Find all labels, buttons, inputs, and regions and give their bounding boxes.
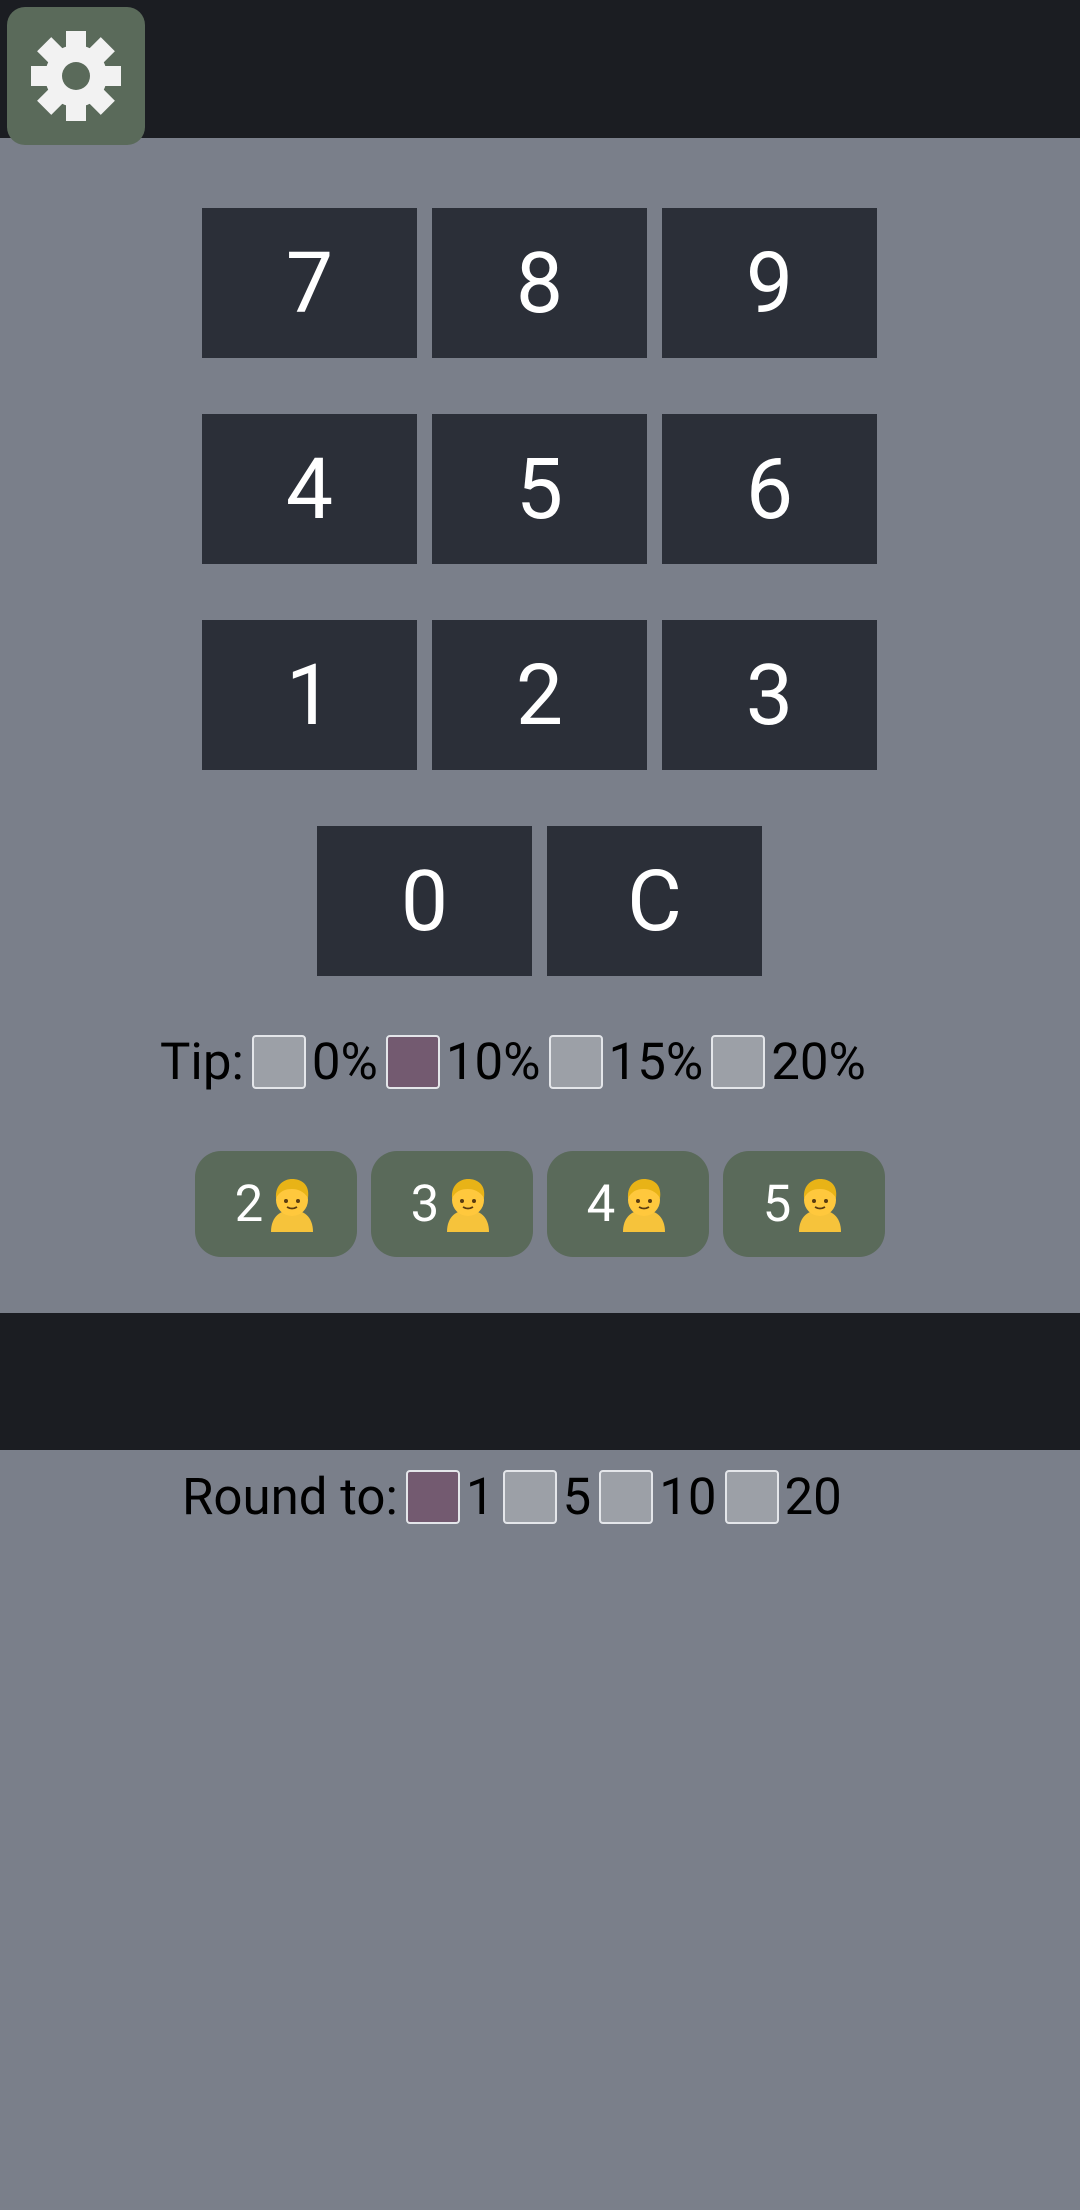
tip-label: Tip:: [160, 1032, 244, 1092]
key-4[interactable]: 4: [202, 414, 417, 564]
person-icon: [623, 1179, 666, 1232]
round-checkbox-10[interactable]: [599, 1470, 654, 1524]
person-icon: [271, 1179, 314, 1232]
key-0[interactable]: 0: [317, 826, 532, 976]
round-checkbox-20[interactable]: [724, 1470, 779, 1524]
tip-checkbox-0[interactable]: [251, 1035, 306, 1089]
tip-checkbox-15[interactable]: [548, 1035, 603, 1089]
round-checkbox-1[interactable]: [405, 1470, 460, 1524]
clear-button[interactable]: C: [547, 826, 762, 976]
key-6[interactable]: 6: [662, 414, 877, 564]
tip-option-label: 10%: [445, 1032, 541, 1092]
gear-icon: [31, 31, 121, 121]
split-5-button[interactable]: 5: [723, 1151, 885, 1257]
round-option-label: 10: [659, 1467, 717, 1527]
settings-button[interactable]: [7, 7, 145, 145]
key-1[interactable]: 1: [202, 620, 417, 770]
round-option-label: 1: [465, 1467, 495, 1527]
tip-selector: Tip: 0% 10% 15% 20%: [160, 1032, 866, 1092]
person-icon: [447, 1179, 490, 1232]
round-option-label: 20: [784, 1467, 842, 1527]
tip-option-label: 15%: [608, 1032, 704, 1092]
top-bar: [0, 0, 1080, 138]
tip-checkbox-10[interactable]: [385, 1035, 440, 1089]
person-icon: [799, 1179, 842, 1232]
round-selector: Round to: 1 5 10 20: [182, 1467, 842, 1527]
split-count: 4: [586, 1174, 616, 1234]
split-count: 2: [234, 1174, 264, 1234]
split-3-button[interactable]: 3: [371, 1151, 533, 1257]
key-2[interactable]: 2: [432, 620, 647, 770]
round-checkbox-5[interactable]: [502, 1470, 557, 1524]
split-4-button[interactable]: 4: [547, 1151, 709, 1257]
tip-option-label: 20%: [771, 1032, 866, 1092]
tip-option-label: 0%: [311, 1032, 378, 1092]
split-count: 3: [410, 1174, 440, 1234]
split-2-button[interactable]: 2: [195, 1151, 357, 1257]
key-5[interactable]: 5: [432, 414, 647, 564]
result-display: [0, 1313, 1080, 1450]
key-7[interactable]: 7: [202, 208, 417, 358]
split-count: 5: [762, 1174, 792, 1234]
key-8[interactable]: 8: [432, 208, 647, 358]
round-label: Round to:: [182, 1467, 398, 1527]
key-9[interactable]: 9: [662, 208, 877, 358]
round-option-label: 5: [562, 1467, 592, 1527]
key-3[interactable]: 3: [662, 620, 877, 770]
tip-checkbox-20[interactable]: [711, 1035, 766, 1089]
